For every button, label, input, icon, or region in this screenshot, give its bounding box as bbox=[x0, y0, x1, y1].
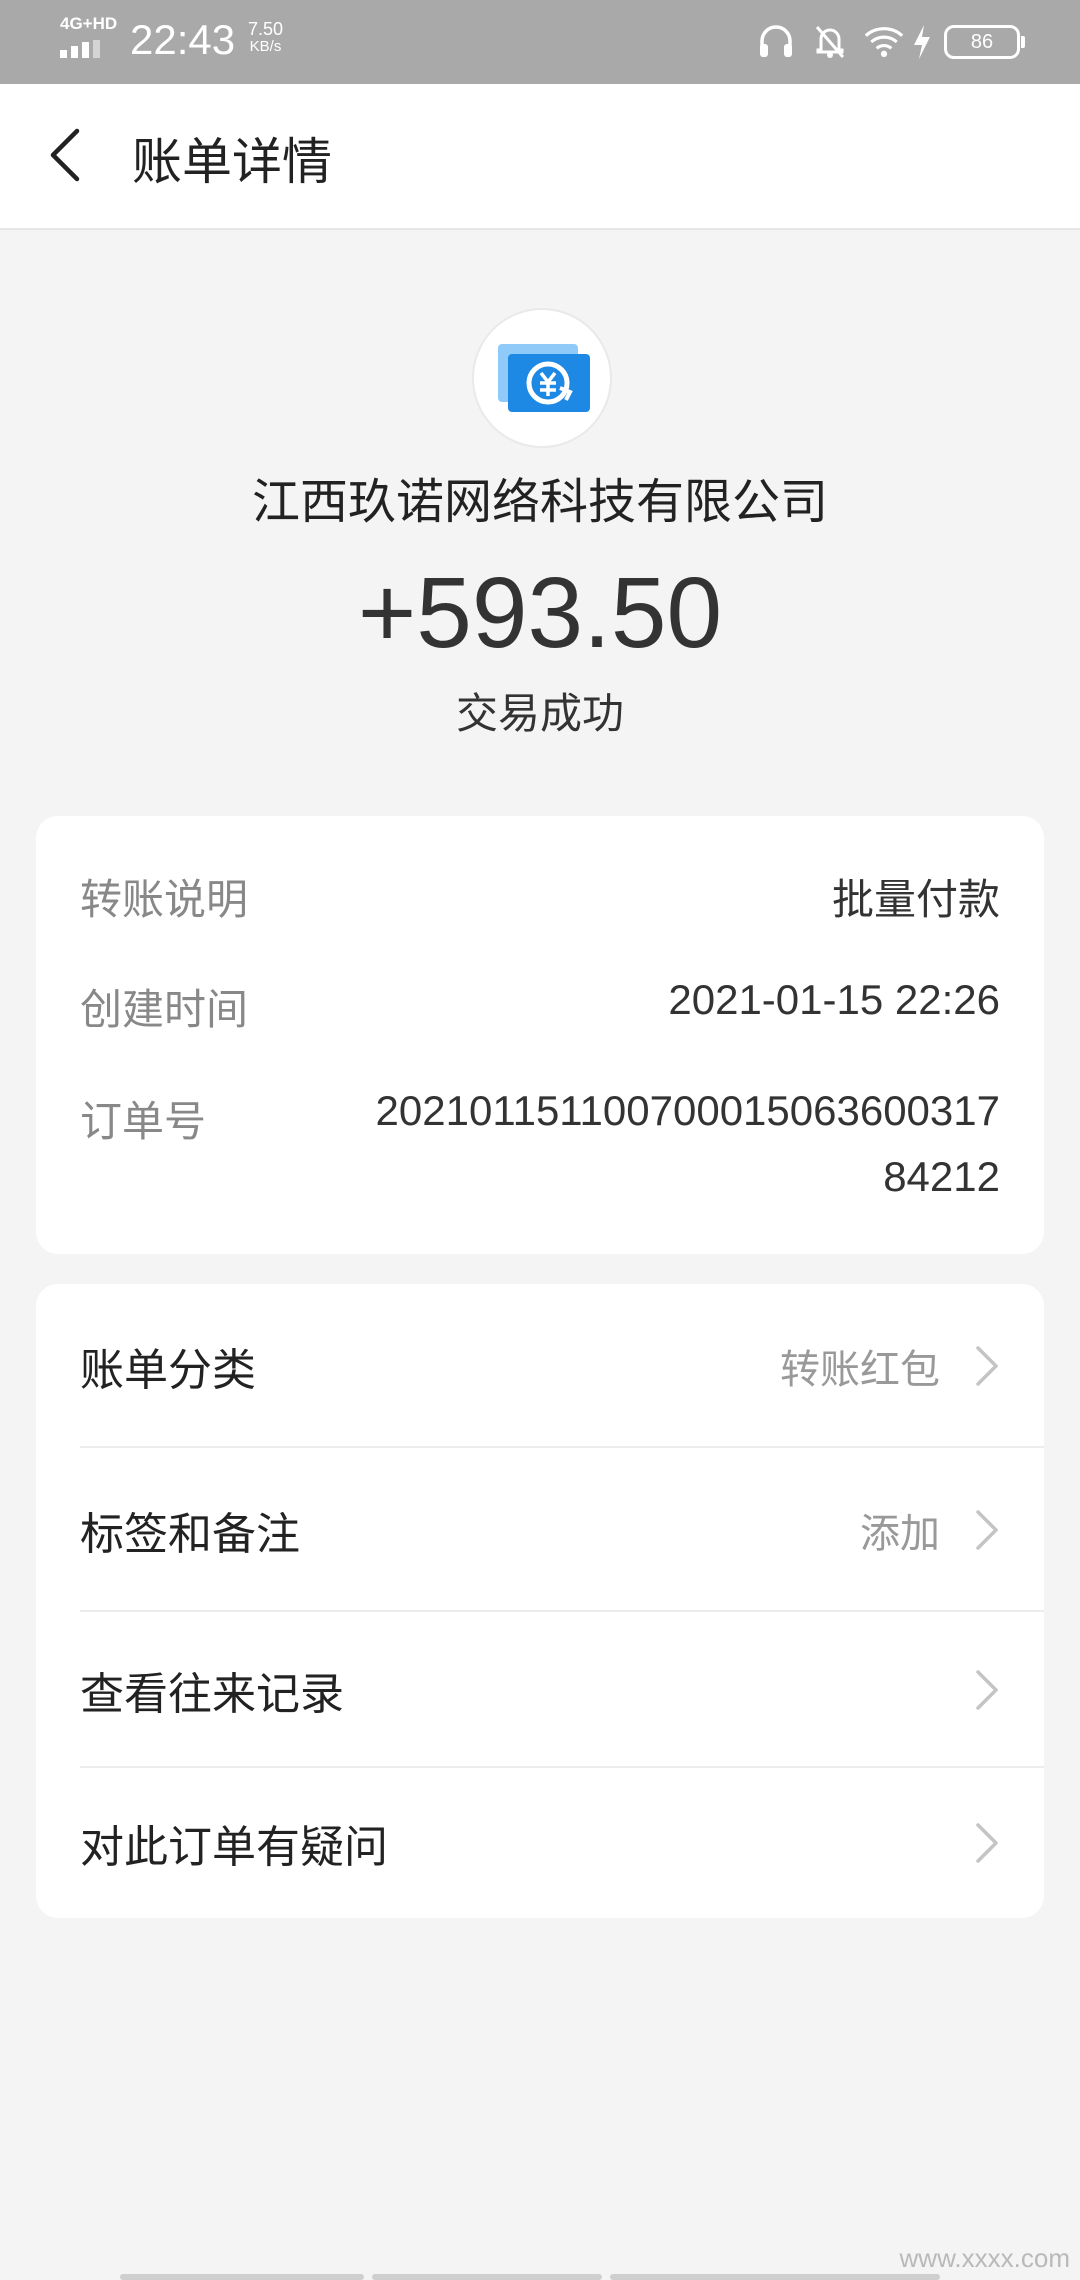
charging-icon bbox=[910, 22, 934, 62]
status-bar: 4G+HD 22:43 7.50 KB/s 86 bbox=[0, 0, 1080, 84]
network-type-label: 4G+HD bbox=[60, 14, 118, 33]
chevron-right-icon bbox=[976, 1670, 998, 1710]
info-value: 批量付款 bbox=[831, 875, 1000, 924]
action-value: 添加 bbox=[860, 1511, 940, 1557]
order-number-line-1: 202101151100700015063600317 bbox=[375, 1087, 1000, 1134]
chevron-right-icon bbox=[976, 1823, 998, 1863]
info-label: 转账说明 bbox=[80, 875, 249, 924]
chevron-right-icon bbox=[976, 1510, 998, 1550]
info-row-created-time: 创建时间 2021-01-15 22:26 bbox=[80, 976, 1000, 1036]
page-title: 账单详情 bbox=[132, 133, 332, 191]
signal-icon bbox=[60, 40, 110, 58]
status-icons: 86 bbox=[742, 18, 1025, 66]
network-speed-value: 7.50 bbox=[248, 19, 284, 39]
action-label: 对此订单有疑问 bbox=[80, 1822, 388, 1873]
network-speed-unit: KB/s bbox=[249, 38, 282, 55]
info-value: 2021-01-15 22:26 bbox=[668, 976, 1000, 1023]
nav-bar: 账单详情 bbox=[0, 84, 1080, 230]
network-speed: 7.50 KB/s bbox=[248, 20, 283, 56]
battery-level: 86 bbox=[970, 30, 994, 53]
merchant-name: 江西玖诺网络科技有限公司 bbox=[251, 474, 828, 530]
transfer-yuan-icon bbox=[498, 344, 590, 412]
actions-card: 账单分类 转账红包 标签和备注 添加 查看往来记录 对此订单有疑问 bbox=[36, 1284, 1044, 1918]
chevron-left-icon bbox=[50, 128, 80, 182]
status-time: 22:43 bbox=[130, 16, 236, 63]
action-value: 转账红包 bbox=[780, 1347, 940, 1393]
battery-indicator: 86 bbox=[944, 25, 1025, 59]
transaction-amount: +593.50 bbox=[357, 557, 723, 669]
transaction-info-card: 转账说明 批量付款 创建时间 2021-01-15 22:26 订单号 2021… bbox=[36, 816, 1044, 1254]
watermark: www.xxxx.com bbox=[899, 2243, 1070, 2273]
action-label: 账单分类 bbox=[80, 1345, 256, 1396]
action-row-order-question[interactable]: 对此订单有疑问 bbox=[36, 1768, 1044, 1918]
action-row-bill-category[interactable]: 账单分类 转账红包 bbox=[36, 1284, 1044, 1448]
chevron-right-icon bbox=[976, 1346, 998, 1386]
bottom-indicator bbox=[120, 2272, 960, 2280]
order-number-line-2: 84212 bbox=[883, 1153, 1000, 1200]
action-row-history[interactable]: 查看往来记录 bbox=[36, 1612, 1044, 1768]
action-label: 查看往来记录 bbox=[80, 1669, 344, 1720]
back-button[interactable] bbox=[30, 120, 100, 190]
order-number-value[interactable]: 202101151100700015063600317 84212 bbox=[280, 1078, 1000, 1210]
wifi-icon bbox=[864, 22, 904, 62]
info-label: 订单号 bbox=[80, 1097, 207, 1146]
info-label: 创建时间 bbox=[80, 985, 249, 1034]
info-row-order-number: 订单号 202101151100700015063600317 84212 bbox=[80, 1087, 1000, 1218]
info-row-description: 转账说明 批量付款 bbox=[80, 866, 1000, 926]
action-row-tags-notes[interactable]: 标签和备注 添加 bbox=[36, 1448, 1044, 1612]
merchant-logo bbox=[472, 308, 612, 448]
action-label: 标签和备注 bbox=[80, 1509, 300, 1560]
mute-bell-icon bbox=[810, 22, 850, 62]
headphones-icon bbox=[756, 22, 796, 62]
transaction-status: 交易成功 bbox=[455, 689, 624, 738]
